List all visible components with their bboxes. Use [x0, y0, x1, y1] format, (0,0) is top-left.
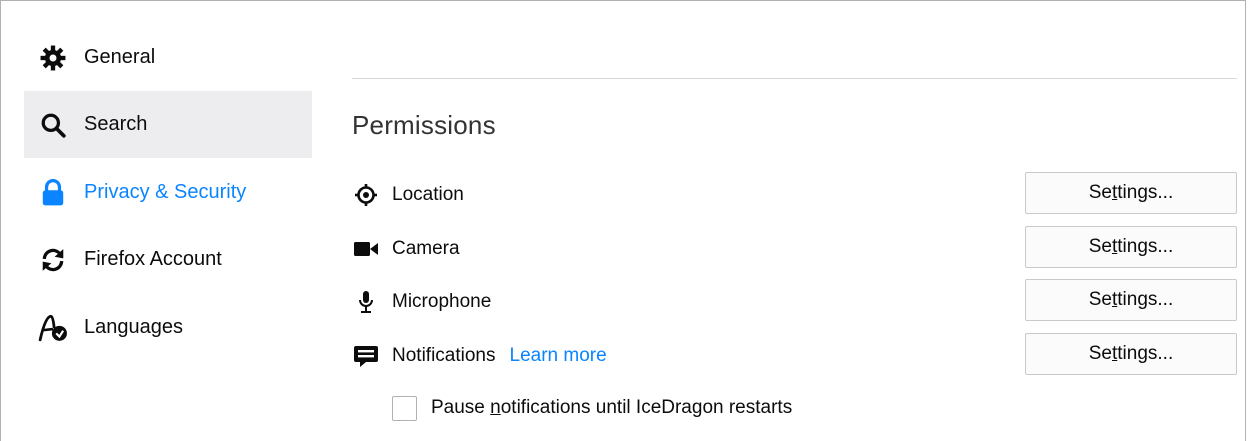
sidebar-item-label: General	[84, 46, 156, 68]
permission-row-camera: Camera	[352, 228, 460, 270]
permission-label: Microphone	[392, 291, 492, 312]
gear-icon	[38, 43, 68, 73]
sidebar-item-label: Languages	[84, 316, 183, 338]
button-label-pre: Se	[1088, 236, 1112, 257]
button-label-pre: Se	[1088, 182, 1112, 203]
lock-icon	[38, 178, 68, 208]
label-post: otifications until IceDragon restarts	[500, 397, 793, 418]
section-title: Permissions	[352, 110, 496, 140]
permission-row-notifications: Notifications Learn more	[352, 335, 607, 377]
notifications-icon	[352, 342, 380, 370]
learn-more-link[interactable]: Learn more	[510, 345, 607, 367]
microphone-icon	[352, 288, 380, 316]
microphone-settings-button[interactable]: Se t tings...	[1025, 279, 1237, 321]
pause-notifications-label[interactable]: Pause notifications until IceDragon rest…	[431, 397, 792, 419]
button-label-post: tings...	[1117, 289, 1174, 310]
label-access-key: n	[490, 397, 501, 418]
sidebar-item-search[interactable]: Search	[24, 91, 312, 158]
location-icon	[352, 181, 380, 209]
camera-settings-button[interactable]: Se t tings...	[1025, 226, 1237, 268]
section-divider	[352, 78, 1237, 79]
permission-row-location: Location	[352, 174, 464, 216]
sidebar-item-label: Search	[84, 113, 148, 135]
button-label-pre: Se	[1088, 343, 1112, 364]
pause-notifications-row: Pause notifications until IceDragon rest…	[392, 392, 792, 424]
camera-icon	[352, 235, 380, 263]
button-label-pre: Se	[1088, 289, 1112, 310]
languages-icon	[38, 313, 68, 343]
search-icon	[38, 110, 68, 140]
sidebar-item-label: Privacy & Security	[84, 181, 247, 203]
permission-label: Camera	[392, 238, 460, 259]
sidebar-item-firefox-account[interactable]: Firefox Account	[24, 226, 312, 293]
permission-label: Notifications	[392, 345, 496, 366]
permission-label: Location	[392, 184, 464, 205]
button-label-post: tings...	[1117, 343, 1174, 364]
sidebar-item-label: Firefox Account	[84, 248, 222, 270]
sidebar-item-languages[interactable]: Languages	[24, 294, 312, 361]
sidebar-item-privacy-security[interactable]: Privacy & Security	[24, 159, 312, 226]
location-settings-button[interactable]: Se t tings...	[1025, 172, 1237, 214]
notifications-settings-button[interactable]: Se t tings...	[1025, 333, 1237, 375]
button-label-post: tings...	[1117, 236, 1174, 257]
pause-notifications-checkbox[interactable]	[392, 395, 417, 421]
button-label-post: tings...	[1117, 182, 1174, 203]
permission-row-microphone: Microphone	[352, 281, 491, 323]
sidebar-item-general[interactable]: General	[24, 24, 312, 91]
sync-icon	[38, 245, 68, 275]
label-pre: Pause	[431, 397, 491, 418]
